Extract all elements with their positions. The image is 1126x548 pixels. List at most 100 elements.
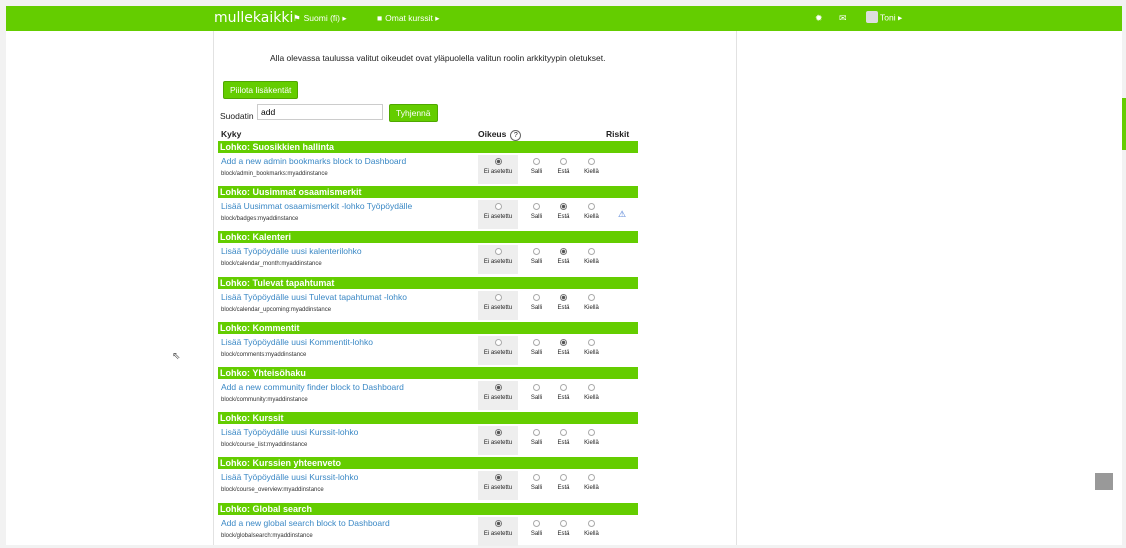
radio-button[interactable] <box>560 474 567 481</box>
permission-option[interactable]: Kiellä <box>575 336 608 365</box>
permission-option[interactable]: Kiellä <box>575 517 608 546</box>
permission-option-label: Ei asetettu <box>483 485 513 491</box>
capability-link[interactable]: Lisää Työpöydälle uusi Kurssit-lohko <box>221 427 358 437</box>
radio-button[interactable] <box>494 339 502 346</box>
permission-option-label: Ei asetettu <box>483 440 513 446</box>
permission-option[interactable]: Ei asetettu <box>478 291 518 320</box>
capability-link[interactable]: Lisää Uusimmat osaamismerkit -lohko Työp… <box>221 201 412 211</box>
my-courses-menu[interactable]: ■ Omat kurssit ▸ <box>377 13 440 24</box>
permission-option[interactable]: Ei asetettu <box>478 471 518 500</box>
radio-button[interactable] <box>533 384 540 391</box>
radio-button[interactable] <box>560 158 567 165</box>
envelope-icon[interactable]: ✉ <box>839 13 847 24</box>
radio-button[interactable] <box>588 158 595 165</box>
radio-button[interactable] <box>588 474 595 481</box>
radio-button[interactable] <box>588 520 595 527</box>
permission-header-label: Oikeus <box>478 129 507 139</box>
permission-option[interactable]: Kiellä <box>575 155 608 184</box>
radio-button[interactable] <box>533 248 540 255</box>
radio-button[interactable] <box>560 520 567 527</box>
permission-option-label: Kiellä <box>584 305 599 311</box>
permission-option[interactable]: Ei asetettu <box>478 155 518 184</box>
permission-option[interactable]: Ei asetettu <box>478 200 518 229</box>
clear-filter-button[interactable]: Tyhjennä <box>389 104 438 122</box>
radio-button[interactable] <box>533 429 540 436</box>
site-brand[interactable]: mullekaikki <box>214 10 293 26</box>
help-icon[interactable]: ? <box>510 130 522 141</box>
capability-code: block/course_list:myaddinstance <box>221 442 308 448</box>
radio-button[interactable] <box>560 384 567 391</box>
radio-button[interactable] <box>588 429 595 436</box>
hide-fields-button[interactable]: Piilota lisäkentät <box>223 81 299 99</box>
capability-code: block/badges:myaddinstance <box>221 216 299 222</box>
permission-option-label: Ei asetettu <box>483 350 513 356</box>
permission-option[interactable]: Kiellä <box>575 381 608 410</box>
user-menu[interactable]: Toni ▸ <box>866 11 902 24</box>
capability-row: Lisää Työpöydälle uusi Kurssit-lohko bloc… <box>218 469 638 502</box>
section-header: Lohko: Tulevat tapahtumat <box>218 277 638 289</box>
permission-option[interactable]: Ei asetettu <box>478 381 518 410</box>
capability-row: Lisää Työpöydälle uusi Kommentit-lohko bl… <box>218 334 638 367</box>
permission-option[interactable]: Kiellä <box>575 245 608 274</box>
permission-option[interactable]: Kiellä <box>575 471 608 500</box>
radio-button[interactable] <box>494 520 502 527</box>
radio-button[interactable] <box>494 294 502 301</box>
capability-link[interactable]: Add a new community finder block to Dash… <box>221 382 404 392</box>
capability-link[interactable]: Add a new admin bookmarks block to Dashb… <box>221 156 406 166</box>
capability-link[interactable]: Lisää Työpöydälle uusi Kommentit-lohko <box>221 337 373 347</box>
capability-link[interactable]: Lisää Työpöydälle uusi Kurssit-lohko <box>221 472 358 482</box>
radio-button[interactable] <box>588 294 595 301</box>
radio-button[interactable] <box>560 294 567 301</box>
filter-input[interactable] <box>257 104 383 120</box>
filter-label: Suodatin <box>220 111 254 121</box>
radio-button[interactable] <box>560 429 567 436</box>
permission-header: Oikeus? <box>478 129 522 141</box>
radio-button[interactable] <box>588 339 595 346</box>
section-header: Lohko: Kurssien yhteenveto <box>218 457 638 469</box>
permission-option[interactable]: Ei asetettu <box>478 426 518 455</box>
radio-button[interactable] <box>494 474 502 481</box>
radio-button[interactable] <box>494 384 502 391</box>
radio-button[interactable] <box>560 248 567 255</box>
radio-button[interactable] <box>533 294 540 301</box>
capability-row: Add a new admin bookmarks block to Dashb… <box>218 153 638 186</box>
scrollbar-thumb[interactable] <box>1122 98 1126 150</box>
capability-code: block/course_overview:myaddinstance <box>221 487 324 493</box>
section-header: Lohko: Suosikkien hallinta <box>218 141 638 153</box>
capability-link[interactable]: Lisää Työpöydälle uusi kalenterilohko <box>221 246 362 256</box>
radio-button[interactable] <box>588 248 595 255</box>
risk-warning-icon[interactable]: ⚠ <box>618 209 626 220</box>
radio-button[interactable] <box>494 158 502 165</box>
permission-option-label: Kiellä <box>584 395 599 401</box>
scroll-to-top-button[interactable] <box>1095 473 1113 490</box>
capability-row: Add a new community finder block to Dash… <box>218 379 638 412</box>
permission-option[interactable]: Ei asetettu <box>478 517 518 546</box>
permission-option[interactable]: Ei asetettu <box>478 245 518 274</box>
bell-icon[interactable]: ✹ <box>815 13 823 24</box>
radio-button[interactable] <box>588 384 595 391</box>
permission-option[interactable]: Kiellä <box>575 426 608 455</box>
radio-button[interactable] <box>494 429 502 436</box>
content-left-border <box>213 31 214 545</box>
radio-button[interactable] <box>533 474 540 481</box>
language-menu[interactable]: ⚑ Suomi (fi) ▸ <box>293 13 347 24</box>
permission-option[interactable]: Kiellä <box>575 291 608 320</box>
radio-button[interactable] <box>533 339 540 346</box>
radio-button[interactable] <box>494 248 502 255</box>
permission-option[interactable]: Kiellä <box>575 200 608 229</box>
permission-option[interactable]: Ei asetettu <box>478 336 518 365</box>
radio-button[interactable] <box>560 339 567 346</box>
permission-option-label: Ei asetettu <box>483 214 513 220</box>
radio-button[interactable] <box>533 203 540 210</box>
radio-button[interactable] <box>533 158 540 165</box>
capability-code: block/calendar_upcoming:myaddinstance <box>221 307 332 313</box>
capability-row: Lisää Työpöydälle uusi Kurssit-lohko bloc… <box>218 424 638 457</box>
navbar: mullekaikki ⚑ Suomi (fi) ▸ ■ Omat kurssit … <box>6 6 1122 31</box>
radio-button[interactable] <box>588 203 595 210</box>
capability-link[interactable]: Add a new global search block to Dashboa… <box>221 518 390 528</box>
radio-button[interactable] <box>494 203 502 210</box>
radio-button[interactable] <box>560 203 567 210</box>
capability-link[interactable]: Lisää Työpöydälle uusi Tulevat tapahtuma… <box>221 292 407 302</box>
radio-button[interactable] <box>533 520 540 527</box>
capability-row: Add a new global search block to Dashboa… <box>218 515 638 548</box>
